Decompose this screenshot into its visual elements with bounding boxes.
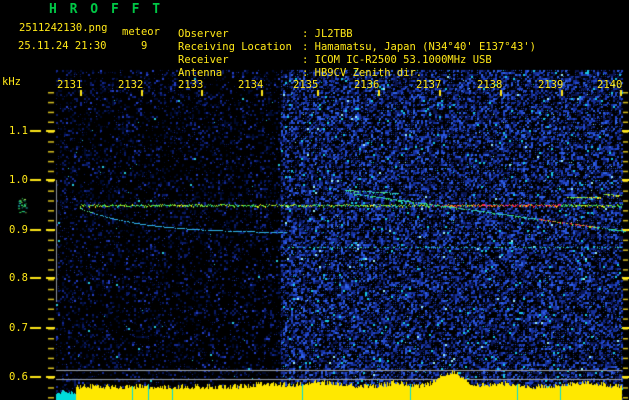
info-colon: : [302, 67, 309, 79]
x-axis-tick-label: 2140 [597, 79, 623, 91]
station-info-row: Receiving Location: Hamamatsu, Japan (N3… [178, 41, 536, 54]
mode-label: meteor [122, 26, 160, 38]
info-value: Hamamatsu, Japan (N34°40' E137°43') [314, 41, 536, 53]
x-axis-tick-label: 2137 [416, 79, 442, 91]
y-axis-tick-label: 0.6 [9, 371, 28, 383]
station-info-row: Receiver: ICOM IC-R2500 53.1000MHz USB [178, 54, 536, 67]
x-axis-tick-label: 2139 [538, 79, 564, 91]
info-value: HB9CV Zenith dir. [314, 67, 423, 79]
station-info: Observer: JL2TBB Receiving Location: Hama… [178, 2, 536, 80]
y-axis-unit: kHz [2, 76, 21, 88]
x-axis-tick-label: 2134 [238, 79, 264, 91]
output-filename: 2511242130.png [19, 22, 108, 34]
datetime-label: 25.11.24 21:30 [18, 40, 107, 52]
x-axis-tick-label: 2135 [293, 79, 319, 91]
info-colon: : [302, 41, 309, 53]
info-label: Receiver [178, 54, 229, 66]
y-axis-tick-label: 1.1 [9, 125, 28, 137]
x-axis-tick-label: 2132 [118, 79, 144, 91]
info-label: Observer [178, 28, 229, 40]
y-axis-tick-label: 0.8 [9, 272, 28, 284]
station-info-row: Observer: JL2TBB [178, 28, 536, 41]
x-axis-tick-label: 2131 [57, 79, 83, 91]
y-axis-tick-label: 0.9 [9, 224, 28, 236]
info-label: Receiving Location [178, 41, 292, 53]
y-axis-tick-label: 1.0 [9, 174, 28, 186]
x-axis-tick-label: 2133 [178, 79, 204, 91]
echo-count: 9 [141, 40, 148, 52]
app-title: H R O F F T [49, 2, 163, 17]
y-axis-tick-label: 0.7 [9, 322, 28, 334]
info-value: ICOM IC-R2500 53.1000MHz USB [314, 54, 492, 66]
info-colon: : [302, 28, 309, 40]
x-axis-tick-label: 2138 [477, 79, 503, 91]
hrofft-screenshot: { "header": { "title": "H R O F F T", "f… [0, 0, 629, 400]
info-colon: : [302, 54, 309, 66]
info-value: JL2TBB [314, 28, 353, 40]
x-axis-tick-label: 2136 [354, 79, 380, 91]
